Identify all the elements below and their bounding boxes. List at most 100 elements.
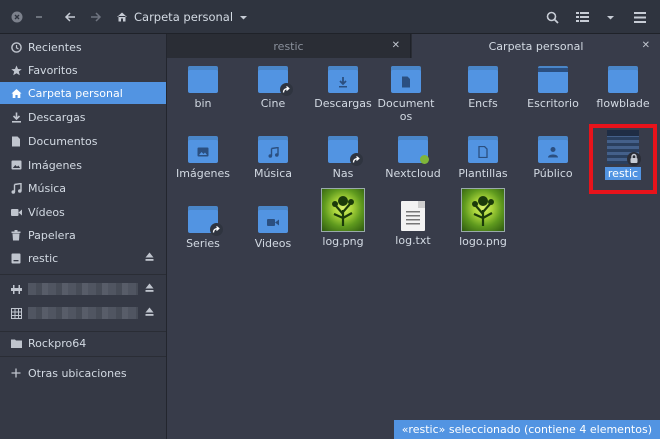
trash-icon (10, 229, 22, 241)
sidebar-item-recientes[interactable]: Recientes (0, 36, 166, 58)
image-icon (10, 159, 22, 171)
home-icon (10, 87, 22, 99)
selection-status: «restic» seleccionado (contiene 4 elemen… (393, 420, 660, 439)
file-item-documentos[interactable]: Documentos (370, 64, 442, 123)
text-file-icon (401, 201, 425, 231)
network-drive-icon (10, 283, 22, 295)
red-highlight-box (589, 124, 657, 194)
sidebar-item-network-drive-2[interactable] (0, 302, 166, 324)
file-item-nas[interactable]: Nas (307, 134, 379, 180)
hamburger-menu-icon (634, 11, 646, 23)
download-icon (10, 111, 22, 123)
header-bar: Carpeta personal (0, 0, 660, 34)
view-options-button[interactable] (573, 8, 591, 26)
folder-music-icon (258, 136, 288, 164)
sidebar-item-musica[interactable]: Música (0, 177, 166, 199)
symlink-arrow-icon (210, 223, 223, 236)
sidebar-item-documentos[interactable]: Documentos (0, 130, 166, 152)
eject-icon[interactable] (145, 252, 154, 262)
image-thumbnail (461, 188, 505, 232)
sidebar-item-videos[interactable]: Vídeos (0, 201, 166, 223)
minimize-window-icon[interactable] (30, 8, 48, 26)
eject-icon[interactable] (145, 283, 154, 293)
file-item-descargas[interactable]: Descargas (307, 64, 379, 110)
star-icon (10, 64, 22, 76)
folder-public-icon (538, 136, 568, 164)
file-item-logo-png[interactable]: logo.png (447, 188, 519, 248)
music-icon (10, 182, 22, 194)
sidebar-item-favoritos[interactable]: Favoritos (0, 59, 166, 81)
location-pathbar[interactable]: Carpeta personal (116, 8, 248, 26)
file-item-nextcloud[interactable]: Nextcloud (377, 134, 449, 180)
symlink-arrow-icon (350, 153, 363, 166)
drive-icon (10, 252, 22, 264)
sidebar-item-descargas[interactable]: Descargas (0, 106, 166, 128)
file-item-encfs[interactable]: Encfs (447, 64, 519, 110)
menu-button[interactable] (631, 8, 649, 26)
sidebar-item-rockpro64[interactable]: Rockpro64 (0, 332, 166, 354)
sync-check-icon (420, 155, 429, 164)
sidebar-item-label: Música (28, 181, 67, 195)
obscured-label (28, 307, 138, 319)
file-item-musica[interactable]: Música (237, 134, 309, 180)
close-tab-icon[interactable]: ✕ (642, 40, 650, 51)
tab-bar: restic ✕ Carpeta personal ✕ (167, 34, 660, 58)
sidebar-item-label: Rockpro64 (28, 336, 87, 350)
sidebar-separator (0, 274, 166, 275)
sidebar-item-carpeta-personal[interactable]: Carpeta personal (0, 82, 166, 104)
forward-button[interactable] (87, 8, 105, 26)
file-item-publico[interactable]: Público (517, 134, 589, 180)
search-button[interactable] (543, 8, 561, 26)
tab-restic[interactable]: restic ✕ (167, 34, 411, 58)
folder-documents-icon (391, 66, 421, 94)
search-icon (546, 11, 559, 24)
sidebar-item-label: Carpeta personal (28, 86, 123, 100)
eject-icon[interactable] (145, 307, 154, 317)
view-menu-dropdown[interactable] (601, 8, 619, 26)
sidebar-item-label: Favoritos (28, 63, 78, 77)
sidebar-item-imagenes[interactable]: Imágenes (0, 154, 166, 176)
file-grid: bin Cine Descargas Documentos Encfs Escr… (167, 58, 660, 439)
folder-templates-icon (468, 136, 498, 164)
folder-icon (468, 66, 498, 94)
sidebar-item-label: Papelera (28, 228, 76, 242)
file-item-flowblade[interactable]: flowblade (587, 64, 659, 110)
tab-label: Carpeta personal (488, 39, 584, 53)
sidebar-item-label: Descargas (28, 110, 86, 124)
folder-icon (10, 337, 22, 349)
image-thumbnail (321, 188, 365, 232)
sidebar-item-restic[interactable]: restic (0, 247, 166, 269)
close-tab-icon[interactable]: ✕ (392, 40, 400, 51)
tab-carpeta-personal[interactable]: Carpeta personal ✕ (412, 34, 660, 58)
sidebar-item-label: Recientes (28, 40, 82, 54)
video-icon (10, 206, 22, 218)
obscured-label (28, 283, 138, 295)
file-item-escritorio[interactable]: Escritorio (517, 64, 589, 110)
folder-pictures-icon (188, 136, 218, 164)
list-view-icon (575, 12, 589, 22)
file-item-videos[interactable]: Videos (237, 204, 309, 250)
sidebar-item-network-drive-1[interactable] (0, 278, 166, 300)
clock-icon (10, 41, 22, 53)
sidebar-item-papelera[interactable]: Papelera (0, 224, 166, 246)
home-icon (117, 12, 127, 22)
sidebar-item-label: restic (28, 251, 59, 265)
document-icon (10, 135, 22, 147)
file-item-log-png[interactable]: log.png (307, 188, 379, 248)
file-item-plantillas[interactable]: Plantillas (447, 134, 519, 180)
sidebar-item-label: Vídeos (28, 205, 65, 219)
folder-desktop-icon (538, 66, 568, 94)
sidebar-item-label: Documentos (28, 134, 98, 148)
sidebar-item-label: Imágenes (28, 158, 82, 172)
back-button[interactable] (61, 8, 79, 26)
close-window-icon[interactable] (8, 8, 26, 26)
sidebar-item-otras-ubicaciones[interactable]: Otras ubicaciones (0, 362, 166, 384)
file-item-bin[interactable]: bin (167, 64, 239, 110)
sidebar: Recientes Favoritos Carpeta personal Des… (0, 34, 167, 439)
file-item-imagenes[interactable]: Imágenes (167, 134, 239, 180)
folder-videos-icon (258, 206, 288, 234)
file-item-series[interactable]: Series (167, 204, 239, 250)
file-item-cine[interactable]: Cine (237, 64, 309, 110)
file-item-log-txt[interactable]: log.txt (377, 198, 449, 247)
network-server-icon (10, 307, 22, 319)
